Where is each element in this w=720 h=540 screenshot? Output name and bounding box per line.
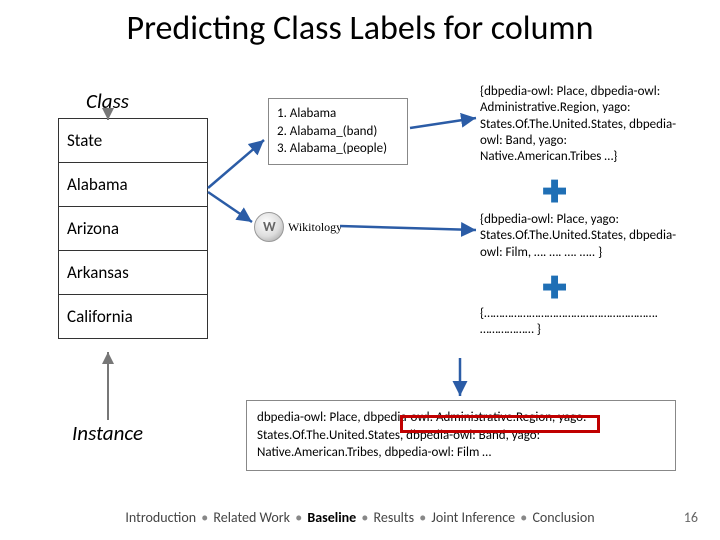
highlight-rectangle: [400, 415, 600, 433]
annotation-set-1: {dbpedia-owl: Place, dbpedia-owl: Admini…: [480, 84, 690, 165]
plus-icon: ✚: [542, 274, 567, 304]
separator-icon: •: [201, 509, 208, 526]
footer-item: Conclusion: [532, 509, 594, 526]
breadcrumb: Introduction • Related Work • Baseline •…: [0, 509, 720, 526]
table-header: State: [59, 119, 208, 163]
class-label: Class: [86, 88, 129, 114]
separator-icon: •: [520, 509, 527, 526]
table-row: Alabama: [59, 163, 208, 207]
arrow-wikitology-to-annot2: [340, 226, 476, 230]
arrow-row-to-wikitology: [208, 192, 252, 222]
separator-icon: •: [419, 509, 426, 526]
wikipedia-globe-icon: [254, 212, 284, 242]
footer-item: Results: [374, 509, 415, 526]
states-table: State Alabama Arizona Arkansas Californi…: [58, 118, 208, 339]
plus-icon: ✚: [542, 178, 567, 208]
annotation-set-3: {…………………………………………………. ……………… }: [480, 306, 690, 339]
table-row: California: [59, 295, 208, 339]
table-row: Arizona: [59, 207, 208, 251]
instance-label: Instance: [72, 420, 143, 446]
page-title: Predicting Class Labels for column: [0, 8, 720, 49]
table-row: Arkansas: [59, 251, 208, 295]
slide: Predicting Class Labels for column Class…: [0, 0, 720, 540]
disambiguation-line: 3. Alabama_(people): [277, 140, 399, 158]
wikitology-badge: Wikitology: [254, 212, 342, 242]
result-box: dbpedia-owl: Place, dbpedia-owl: Adminis…: [246, 400, 676, 471]
disambiguation-box: 1. Alabama 2. Alabama_(band) 3. Alabama_…: [268, 98, 408, 165]
separator-icon: •: [295, 509, 302, 526]
footer-item-active: Baseline: [307, 509, 356, 526]
footer-item: Joint Inference: [431, 509, 515, 526]
footer-item: Introduction: [125, 509, 196, 526]
disambiguation-line: 2. Alabama_(band): [277, 123, 399, 141]
arrow-disambig-to-annot1: [410, 118, 476, 128]
page-number: 16: [684, 509, 698, 526]
footer-item: Related Work: [213, 509, 290, 526]
separator-icon: •: [361, 509, 368, 526]
arrow-row-to-disambig: [208, 140, 264, 188]
wikitology-label: Wikitology: [288, 220, 342, 235]
disambiguation-line: 1. Alabama: [277, 105, 399, 123]
annotation-set-2: {dbpedia-owl: Place, yago: States.Of.The…: [480, 212, 690, 261]
